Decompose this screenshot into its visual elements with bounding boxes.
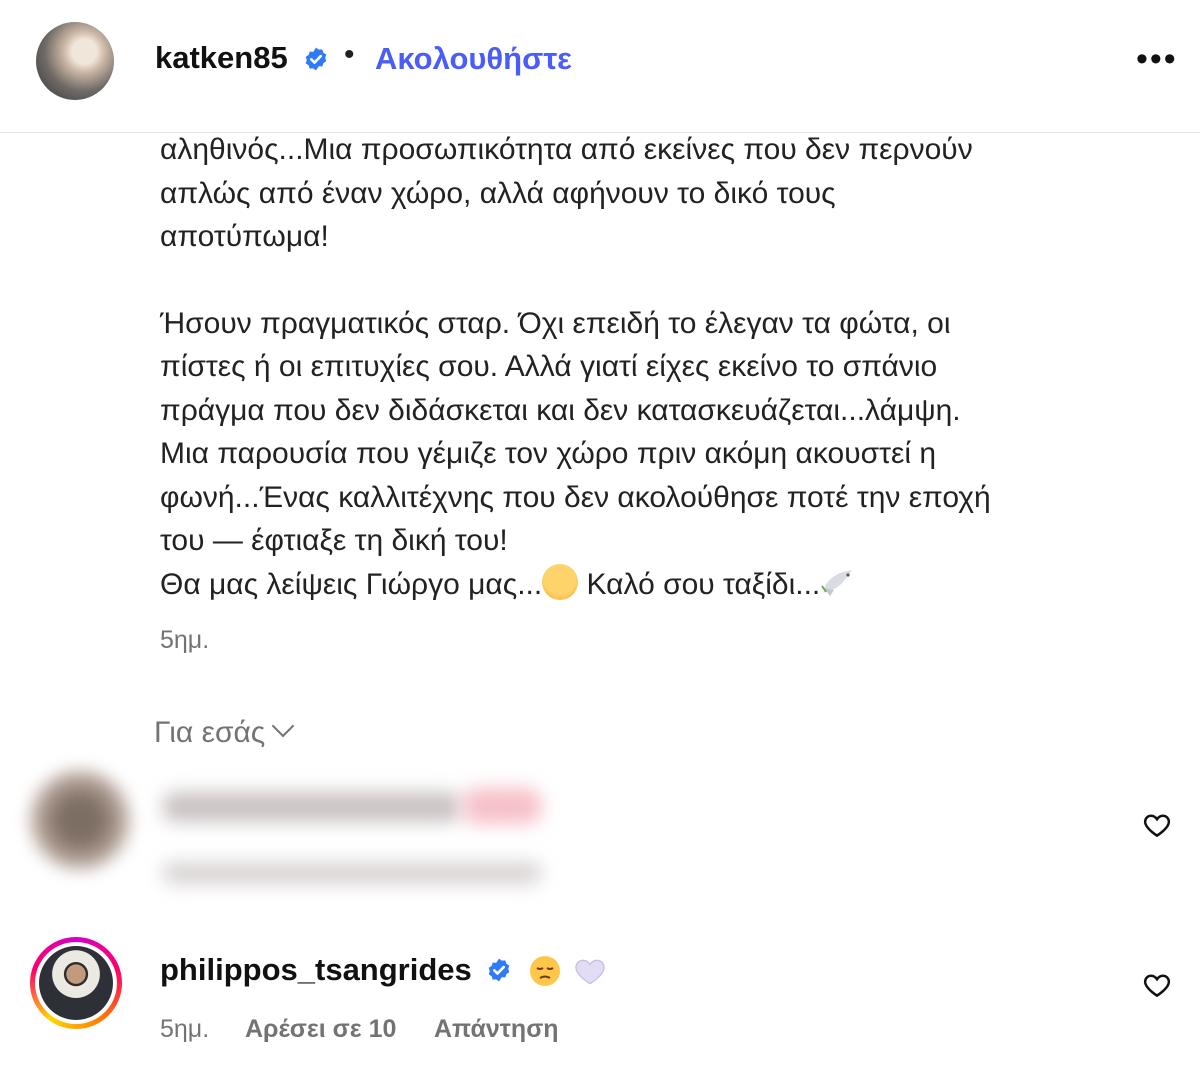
heart-icon[interactable] — [1142, 970, 1172, 1000]
blurred-emoji — [462, 788, 542, 824]
blurred-username — [162, 792, 462, 822]
pensive-face-icon — [530, 956, 560, 986]
white-heart-icon — [575, 959, 605, 985]
reply-button[interactable]: Απάντηση — [434, 1015, 559, 1044]
blurred-avatar — [30, 770, 130, 870]
separator-dot: • — [344, 38, 355, 71]
author-avatar[interactable] — [36, 22, 114, 100]
crying-face-icon — [542, 563, 579, 600]
comment-sort-dropdown[interactable]: Για εσάς — [154, 714, 295, 750]
caption-text: Καλό σου ταξίδι... — [578, 567, 821, 601]
author-username[interactable]: katken85 — [155, 40, 288, 76]
comment-sort-label: Για εσάς — [154, 716, 266, 749]
verified-badge-icon — [488, 958, 510, 982]
post-header: katken85 • Ακολουθήστε ••• — [0, 0, 1200, 133]
caption-paragraph: Ήσουν πραγματικός σταρ. Όχι επειδή το έλ… — [160, 306, 991, 558]
post-timestamp: 5ημ. — [160, 626, 210, 654]
heart-icon[interactable] — [1142, 810, 1172, 840]
verified-badge-icon — [305, 47, 327, 71]
caption-paragraph: αληθινός...Μια προσωπικότητα από εκείνες… — [160, 133, 973, 253]
follow-button[interactable]: Ακολουθήστε — [375, 41, 572, 77]
comment-timestamp: 5ημ. — [160, 1015, 210, 1043]
comment-likes-link[interactable]: Αρέσει σε 10 — [245, 1015, 396, 1044]
post-caption: αληθινός...Μια προσωπικότητα από εκείνες… — [160, 128, 1160, 606]
commenter-username[interactable]: philippos_tsangrides — [160, 952, 472, 988]
caption-last-line: Θα μας λείψεις Γιώργο μας... Καλό σου τα… — [160, 563, 1160, 607]
dove-icon — [821, 569, 853, 596]
commenter-avatar[interactable] — [30, 937, 122, 1029]
blurred-meta — [162, 862, 542, 884]
chevron-down-icon — [271, 714, 295, 738]
caption-text: Θα μας λείψεις Γιώργο μας... — [160, 567, 543, 601]
more-options-icon[interactable]: ••• — [1136, 42, 1178, 76]
